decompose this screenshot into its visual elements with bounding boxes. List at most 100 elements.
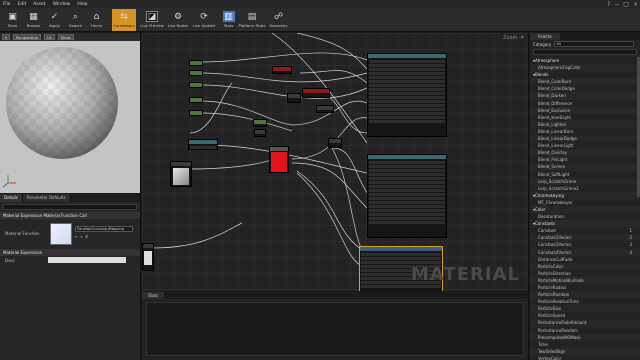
use-selected-icon[interactable]: ←: [75, 234, 78, 239]
save-button[interactable]: ▣ Save: [2, 9, 23, 31]
home-button[interactable]: ⌂ Home: [86, 9, 107, 31]
graph-node[interactable]: [189, 60, 203, 66]
palette-item[interactable]: VertexColor: [530, 355, 640, 360]
graph-node[interactable]: [253, 119, 267, 127]
palette-item[interactable]: Lerp_ScratchGrime: [530, 177, 640, 185]
material-function-thumbnail[interactable]: [50, 223, 72, 245]
palette-item[interactable]: Blend_Difference: [530, 100, 640, 107]
palette-item[interactable]: PerInstanceRandom: [530, 327, 640, 334]
palette-search-input[interactable]: [533, 49, 637, 55]
platform-stats-button[interactable]: ▤ Platform Stats: [239, 9, 266, 31]
graph-node[interactable]: [189, 70, 203, 76]
palette-item[interactable]: Blend_Overlay: [530, 149, 640, 157]
palette-item[interactable]: PrecomputedAOMask: [530, 333, 640, 341]
desc-input[interactable]: [48, 257, 126, 263]
palette-item[interactable]: DistanceCullFade: [530, 256, 640, 263]
hierarchy-button[interactable]: ☍ Hierarchy: [268, 9, 289, 31]
palette-item[interactable]: TwoSidedSign: [530, 347, 640, 355]
graph-node[interactable]: [328, 138, 342, 148]
palette-item[interactable]: MF_Chromakeyer: [530, 199, 640, 206]
palette-item[interactable]: Blend_LinearLight: [530, 142, 640, 149]
close-icon[interactable]: ×: [633, 1, 638, 8]
stats-button[interactable]: ▥ Stats: [218, 9, 239, 31]
palette-item[interactable]: Time: [530, 341, 640, 348]
material-attributes-node-1[interactable]: [367, 53, 447, 137]
palette-item[interactable]: AtmosphericFogColor: [530, 64, 640, 72]
palette-item[interactable]: Lerp_ScratchGrime2: [530, 185, 640, 192]
perspective-button[interactable]: Perspective: [12, 34, 41, 40]
palette-item[interactable]: Constant3Vector 3: [530, 241, 640, 248]
palette-item[interactable]: Blend_Screen: [530, 163, 640, 171]
palette-item[interactable]: ParticleSpeed: [530, 312, 640, 319]
maximize-icon[interactable]: □: [623, 1, 629, 8]
palette-category[interactable]: ▾Blends: [530, 71, 640, 78]
help-icon[interactable]: ?: [607, 1, 610, 8]
category-dropdown[interactable]: All: [554, 41, 635, 47]
graph-node[interactable]: [302, 88, 330, 98]
lit-button[interactable]: Lit: [43, 34, 55, 40]
palette-item[interactable]: Constant2Vector 2: [530, 234, 640, 242]
section-function-call-header[interactable]: Material Expression Material Function Ca…: [0, 212, 140, 219]
graph-node[interactable]: [272, 66, 292, 74]
show-button[interactable]: Show: [57, 34, 74, 40]
viewport-menu-icon[interactable]: ▾: [2, 34, 10, 40]
minimize-icon[interactable]: −: [614, 1, 619, 8]
palette-category[interactable]: ▾Constants: [530, 220, 640, 228]
palette-item[interactable]: Blend_ColorBurn: [530, 78, 640, 86]
palette-item[interactable]: Blend_PinLight: [530, 156, 640, 163]
palette-item[interactable]: ParticleDirection: [530, 270, 640, 277]
graph-node[interactable]: [142, 243, 154, 271]
apply-button[interactable]: ✓ Apply: [44, 9, 65, 31]
palette-category[interactable]: ▾Chromakeying: [530, 191, 640, 199]
palette-item[interactable]: ParticleColor: [530, 262, 640, 270]
palette-item[interactable]: Blend_Exclusion: [530, 106, 640, 114]
palette-item[interactable]: ParticleRadius: [530, 284, 640, 291]
tab-details[interactable]: Details: [0, 194, 23, 202]
palette-item[interactable]: Blend_SoftLight: [530, 171, 640, 178]
graph-node[interactable]: [189, 97, 203, 103]
menu-window[interactable]: Window: [53, 2, 71, 7]
palette-item[interactable]: ParticleMotionBlurFade: [530, 276, 640, 284]
palette-item[interactable]: Constant 1: [530, 227, 640, 234]
palette-item[interactable]: PerInstanceFadeAmount: [530, 319, 640, 327]
connectors-button[interactable]: ⇆ Connectors: [112, 9, 136, 31]
material-graph[interactable]: Zoom -4 MATERIAL: [142, 33, 529, 291]
menu-help[interactable]: Help: [77, 2, 87, 7]
graph-node[interactable]: [254, 129, 266, 137]
live-update-button[interactable]: ⟳ Live Update: [192, 9, 216, 31]
palette-item[interactable]: Blend_ColorDodge: [530, 85, 640, 92]
palette-category[interactable]: ▾Color: [530, 205, 640, 214]
palette-item[interactable]: Constant4Vector 4: [530, 248, 640, 256]
menu-file[interactable]: File: [3, 2, 11, 7]
palette-item[interactable]: Desaturation: [530, 213, 640, 220]
material-attributes-node-2[interactable]: [367, 154, 447, 238]
tab-palette[interactable]: Palette: [530, 33, 560, 40]
tab-parameter-defaults[interactable]: Parameter Defaults: [22, 194, 71, 202]
search-button[interactable]: ⌕ Search: [65, 9, 86, 31]
red-constant-node[interactable]: [269, 146, 289, 173]
palette-item[interactable]: ParticleSize: [530, 305, 640, 313]
palette-item[interactable]: Blend_LinearBurn: [530, 128, 640, 135]
graph-node[interactable]: [189, 82, 203, 88]
graph-node[interactable]: [189, 110, 203, 116]
reset-icon[interactable]: ↺: [85, 234, 88, 239]
live-nodes-button[interactable]: ⚙ Live Nodes: [166, 9, 190, 31]
palette-item[interactable]: ParticleRelativeTime: [530, 298, 640, 305]
menu-edit[interactable]: Edit: [18, 2, 27, 7]
palette-item[interactable]: Blend_Lighten: [530, 120, 640, 128]
graph-node[interactable]: [316, 105, 334, 113]
palette-item[interactable]: ParticleRandom: [530, 291, 640, 299]
browse-asset-icon[interactable]: ⌕: [80, 234, 82, 239]
material-function-asset-picker[interactable]: ParallaxOcclusionMapping: [75, 226, 133, 232]
section-expression-header[interactable]: Material Expression: [0, 249, 140, 256]
palette-item[interactable]: Blend_HardLight: [530, 114, 640, 121]
live-preview-button[interactable]: ◪ Live Preview: [140, 9, 164, 31]
preview-viewport[interactable]: ▾ Perspective Lit Show: [0, 33, 141, 193]
palette-item[interactable]: Blend_LinearDodge: [530, 135, 640, 143]
texture-sample-node[interactable]: [170, 161, 192, 187]
graph-node[interactable]: [287, 93, 301, 103]
menu-asset[interactable]: Asset: [33, 2, 45, 7]
palette-category[interactable]: ▾Atmosphere: [530, 57, 640, 64]
tab-stats[interactable]: Stats: [142, 292, 165, 299]
details-search-input[interactable]: [3, 204, 137, 210]
